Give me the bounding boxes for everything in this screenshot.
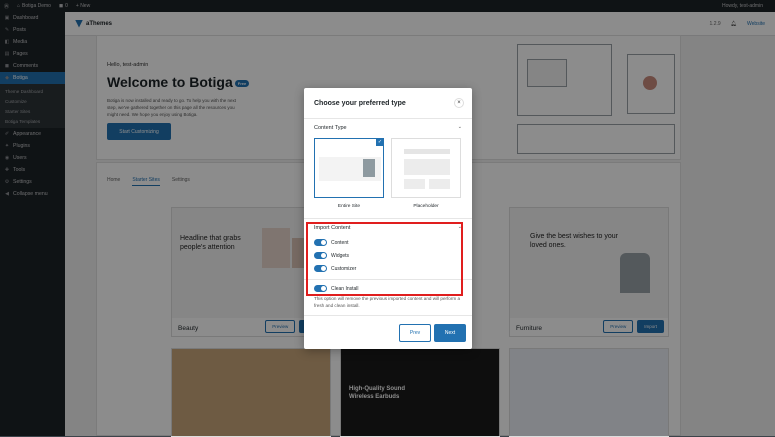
- divider: [304, 118, 472, 119]
- placeholder-block: [429, 179, 450, 189]
- placeholder-block: [404, 179, 425, 189]
- close-icon[interactable]: ×: [454, 98, 464, 108]
- type-card-entire-site[interactable]: ✓: [314, 138, 384, 198]
- checkmark-icon: ✓: [376, 138, 384, 146]
- divider: [304, 218, 472, 219]
- modal-footer: Prev Next: [304, 315, 472, 349]
- content-type-heading[interactable]: Content Type: [314, 125, 347, 131]
- clean-install-note: This option will remove the previous imp…: [314, 296, 461, 308]
- highlight-annotation: [306, 222, 463, 296]
- placeholder-bar: [404, 149, 450, 154]
- preferred-type-modal: Choose your preferred type × Content Typ…: [304, 88, 472, 349]
- placeholder-block: [404, 159, 450, 175]
- type-card-placeholder[interactable]: [391, 138, 461, 198]
- next-button[interactable]: Next: [434, 324, 466, 342]
- modal-title: Choose your preferred type: [314, 100, 406, 107]
- entire-site-chair: [363, 159, 375, 177]
- prev-button[interactable]: Prev: [399, 324, 431, 342]
- chevron-down-icon[interactable]: ⌄: [458, 124, 462, 130]
- type-label-placeholder: Placeholder: [413, 204, 439, 209]
- type-label-entire-site: Entire Site: [337, 204, 361, 209]
